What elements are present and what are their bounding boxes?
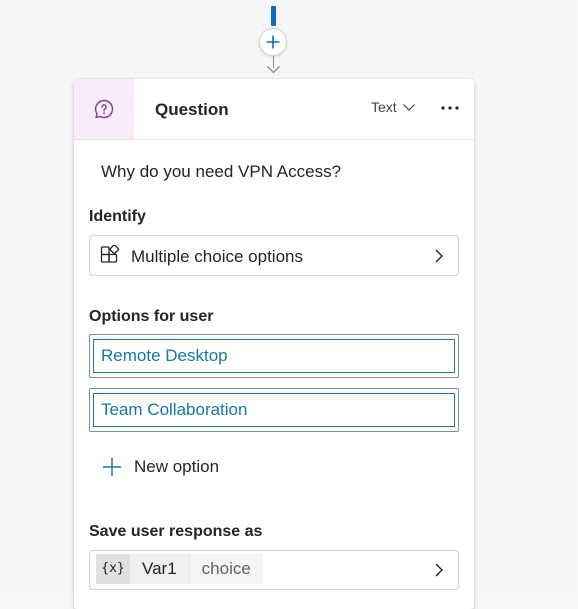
arrow-down-icon <box>267 66 280 74</box>
question-node-card: Question Text Why do you need VPN Access… <box>74 79 474 609</box>
flow-connector-line <box>271 6 276 26</box>
option-input[interactable]: Remote Desktop <box>93 339 455 373</box>
option-input[interactable]: Team Collaboration <box>93 393 455 427</box>
more-options-button[interactable] <box>438 96 462 120</box>
node-type-label: Text <box>371 99 397 115</box>
identify-label: Identify <box>89 208 146 225</box>
node-header: Question Text <box>74 79 474 140</box>
question-bubble-icon <box>94 99 114 119</box>
node-title: Question <box>155 100 229 119</box>
node-type-dropdown[interactable]: Text <box>371 99 416 115</box>
save-response-variable-selector[interactable]: {x} Var1 choice <box>89 550 459 590</box>
entity-blocks-icon <box>100 245 120 263</box>
node-icon-box <box>74 79 134 139</box>
add-node-button[interactable] <box>259 28 287 56</box>
chevron-down-icon <box>402 104 415 111</box>
variable-type: choice <box>188 554 263 584</box>
identify-value: Multiple choice options <box>131 247 303 266</box>
options-label: Options for user <box>89 308 214 325</box>
plus-icon <box>103 458 121 476</box>
variable-name: Var1 <box>130 554 189 584</box>
new-option-button[interactable]: New option <box>102 457 219 477</box>
option-item[interactable]: Remote Desktop <box>89 334 459 378</box>
identify-entity-selector[interactable]: Multiple choice options <box>89 235 459 276</box>
chevron-right-icon <box>435 563 443 577</box>
question-prompt-text[interactable]: Why do you need VPN Access? <box>101 162 341 182</box>
more-horizontal-icon <box>441 106 459 110</box>
option-item[interactable]: Team Collaboration <box>89 388 459 432</box>
plus-icon <box>266 35 280 49</box>
variable-icon: {x} <box>96 554 130 584</box>
save-response-label: Save user response as <box>89 523 263 540</box>
variable-pill[interactable]: {x} Var1 choice <box>96 554 263 584</box>
new-option-label: New option <box>134 457 220 476</box>
chevron-right-icon <box>435 249 443 263</box>
